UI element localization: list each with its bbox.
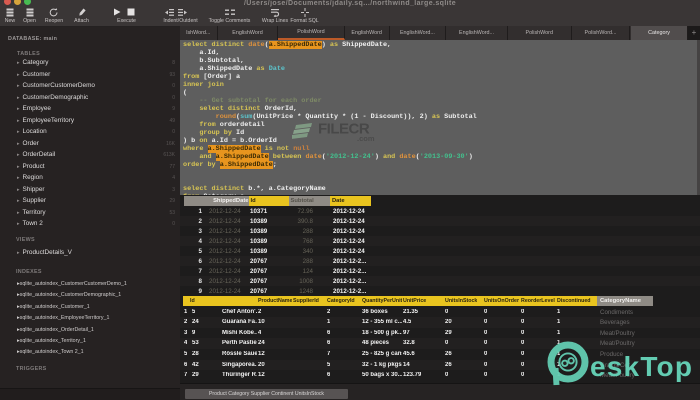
svg-text:eskTop: eskTop (590, 351, 693, 382)
svg-text:.com: .com (357, 134, 375, 143)
